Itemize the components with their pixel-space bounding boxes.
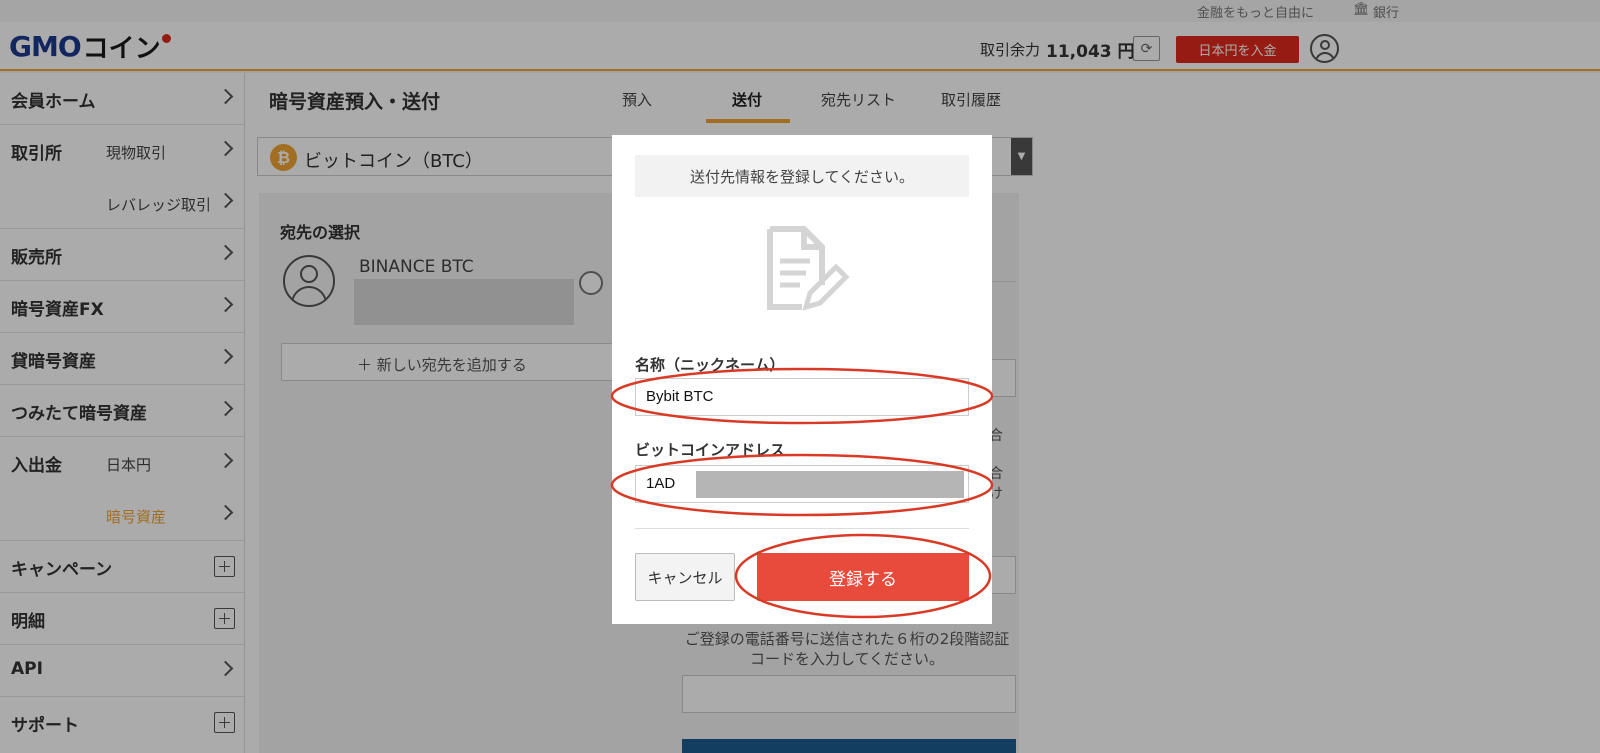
- register-button[interactable]: 登録する: [757, 553, 969, 601]
- cancel-button[interactable]: キャンセル: [635, 553, 735, 601]
- modal-divider: [635, 528, 969, 529]
- register-destination-modal: 送付先情報を登録してください。 名称（ニックネーム） Bybit BTC ビット…: [612, 135, 992, 624]
- nickname-label: 名称（ニックネーム）: [635, 356, 785, 374]
- address-label: ビットコインアドレス: [635, 441, 786, 459]
- document-edit-icon: [767, 226, 850, 311]
- bitcoin-address-input[interactable]: 1AD: [635, 465, 969, 503]
- redacted-address: [696, 471, 964, 498]
- modal-banner: 送付先情報を登録してください。: [635, 155, 969, 197]
- nickname-input[interactable]: Bybit BTC: [635, 378, 969, 416]
- address-value: 1AD: [646, 475, 676, 492]
